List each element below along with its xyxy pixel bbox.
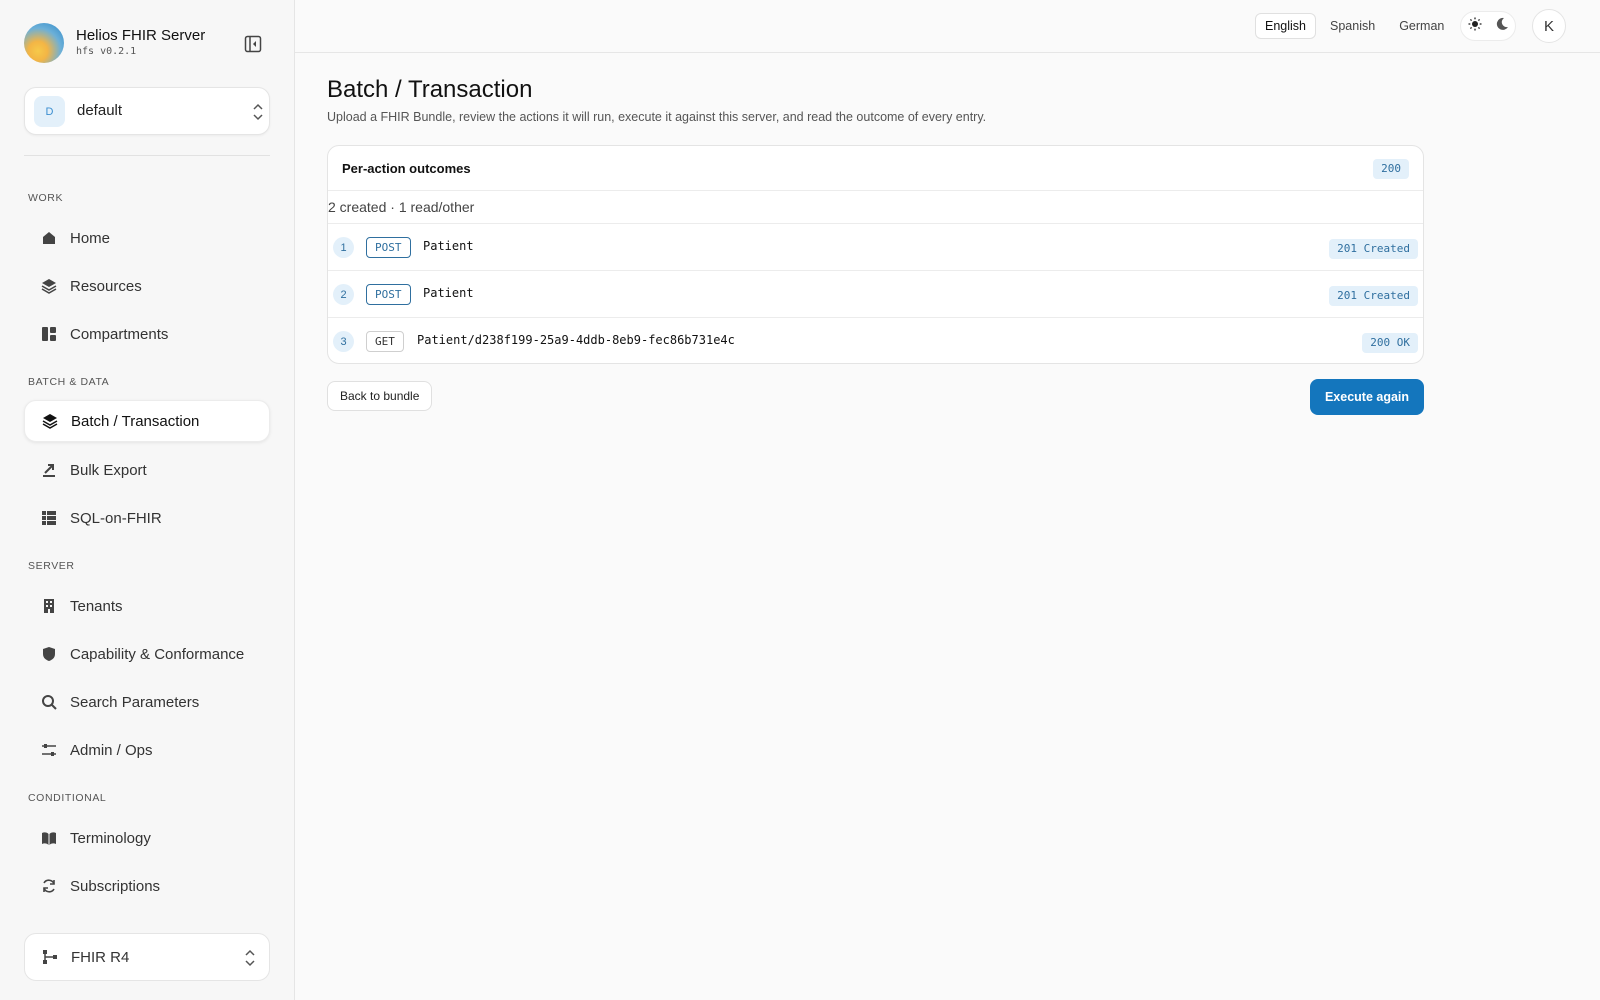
sun-icon[interactable] [1468,17,1482,36]
section-label-conditional: CONDITIONAL [28,792,107,804]
brand-version: hfs v0.2.1 [76,46,137,57]
sidebar-item-sql-on-fhir[interactable]: SQL-on-FHIR [24,497,270,539]
language-spanish-button[interactable]: Spanish [1320,13,1385,39]
building-icon [40,597,58,615]
sidebar-item-search-parameters[interactable]: Search Parameters [24,681,270,723]
sidebar-item-bulk-export[interactable]: Bulk Export [24,449,270,491]
language-german-button[interactable]: German [1389,13,1454,39]
execute-again-button[interactable]: Execute again [1310,379,1424,415]
row-url: Patient/d238f199-25a9-4ddb-8eb9-fec86b73… [417,333,735,347]
dashboard-icon [40,325,58,343]
home-icon [40,229,58,247]
status-badge: 200 OK [1362,333,1418,353]
moon-icon[interactable] [1495,17,1509,36]
table-row: 3 GET Patient/d238f199-25a9-4ddb-8eb9-fe… [328,318,1423,363]
method-badge: POST [366,284,411,305]
search-icon [40,693,58,711]
sidebar-item-subscriptions[interactable]: Subscriptions [24,865,270,907]
sidebar-item-label: Bulk Export [70,461,147,479]
row-number: 3 [333,331,354,352]
sidebar-item-label: Admin / Ops [70,741,153,759]
outcomes-summary: 2 created · 1 read/other [328,191,1423,224]
sidebar-item-terminology[interactable]: Terminology [24,817,270,859]
sidebar-item-label: Search Parameters [70,693,200,711]
brand: Helios FHIR Server hfs v0.2.1 [24,23,274,63]
sidebar-item-label: Batch / Transaction [71,412,200,430]
git-branch-icon [41,948,59,966]
sidebar-item-resources[interactable]: Resources [24,265,270,307]
export-icon [40,461,58,479]
outcomes-card: Per-action outcomes 200 2 created · 1 re… [327,145,1424,364]
sidebar-item-label: Resources [70,277,142,295]
status-badge: 200 [1373,159,1409,179]
outcomes-title: Per-action outcomes [342,161,471,176]
section-label-server: SERVER [28,560,75,572]
sidebar-item-admin-ops[interactable]: Admin / Ops [24,729,270,771]
sidebar-divider [24,155,270,156]
page-subtitle: Upload a FHIR Bundle, review the actions… [327,110,987,124]
sidebar-item-home[interactable]: Home [24,217,270,259]
sidebar-item-label: Compartments [70,325,169,343]
sidebar-item-label: Terminology [70,829,151,847]
section-label-batch-data: BATCH & DATA [28,376,110,388]
sidebar-item-tenants[interactable]: Tenants [24,585,270,627]
fhir-version-selector[interactable]: FHIR R4 [24,933,270,981]
refresh-icon [40,877,58,895]
chevron-updown-icon [253,103,263,121]
method-badge: GET [366,331,404,352]
collapse-sidebar-icon[interactable] [244,35,262,53]
table-row: 2 POST Patient 201 Created [328,271,1423,318]
page-title: Batch / Transaction [327,76,533,103]
user-avatar[interactable]: K [1532,9,1566,43]
topbar: English Spanish German K [295,0,1600,53]
brand-title: Helios FHIR Server [76,27,206,44]
language-switcher: English Spanish German [1255,13,1454,39]
method-badge: POST [366,237,411,258]
sidebar-item-compartments[interactable]: Compartments [24,313,270,355]
shield-icon [40,645,58,663]
grid-icon [40,509,58,527]
status-badge: 201 Created [1329,239,1418,259]
table-row: 1 POST Patient 201 Created [328,224,1423,271]
row-url: Patient [423,286,474,300]
row-number: 2 [333,284,354,305]
row-url: Patient [423,239,474,253]
fhir-version-label: FHIR R4 [71,948,130,966]
sliders-icon [40,741,58,759]
sidebar-item-label: Capability & Conformance [70,645,245,663]
book-icon [40,829,58,847]
back-to-bundle-button[interactable]: Back to bundle [327,381,433,411]
tenant-avatar: D [34,96,65,127]
sidebar-item-label: Tenants [70,597,123,615]
tenant-selector[interactable]: D default [24,87,270,135]
sidebar-item-capability-conformance[interactable]: Capability & Conformance [24,633,270,675]
brand-logo [24,23,64,63]
section-label-work: WORK [28,192,64,204]
sidebar-item-label: SQL-on-FHIR [70,509,162,527]
layers-icon [40,277,58,295]
tenant-name: default [77,102,123,119]
outcomes-header: Per-action outcomes 200 [328,146,1423,191]
chevron-updown-icon [245,949,255,967]
language-english-button[interactable]: English [1255,13,1316,39]
layers-icon [41,412,59,430]
theme-toggle [1460,11,1516,41]
status-badge: 201 Created [1329,286,1418,306]
sidebar-item-label: Subscriptions [70,877,161,895]
sidebar-item-batch-transaction[interactable]: Batch / Transaction [24,400,270,442]
sidebar: Helios FHIR Server hfs v0.2.1 D default … [0,0,295,1000]
sidebar-item-label: Home [70,229,111,247]
row-number: 1 [333,237,354,258]
